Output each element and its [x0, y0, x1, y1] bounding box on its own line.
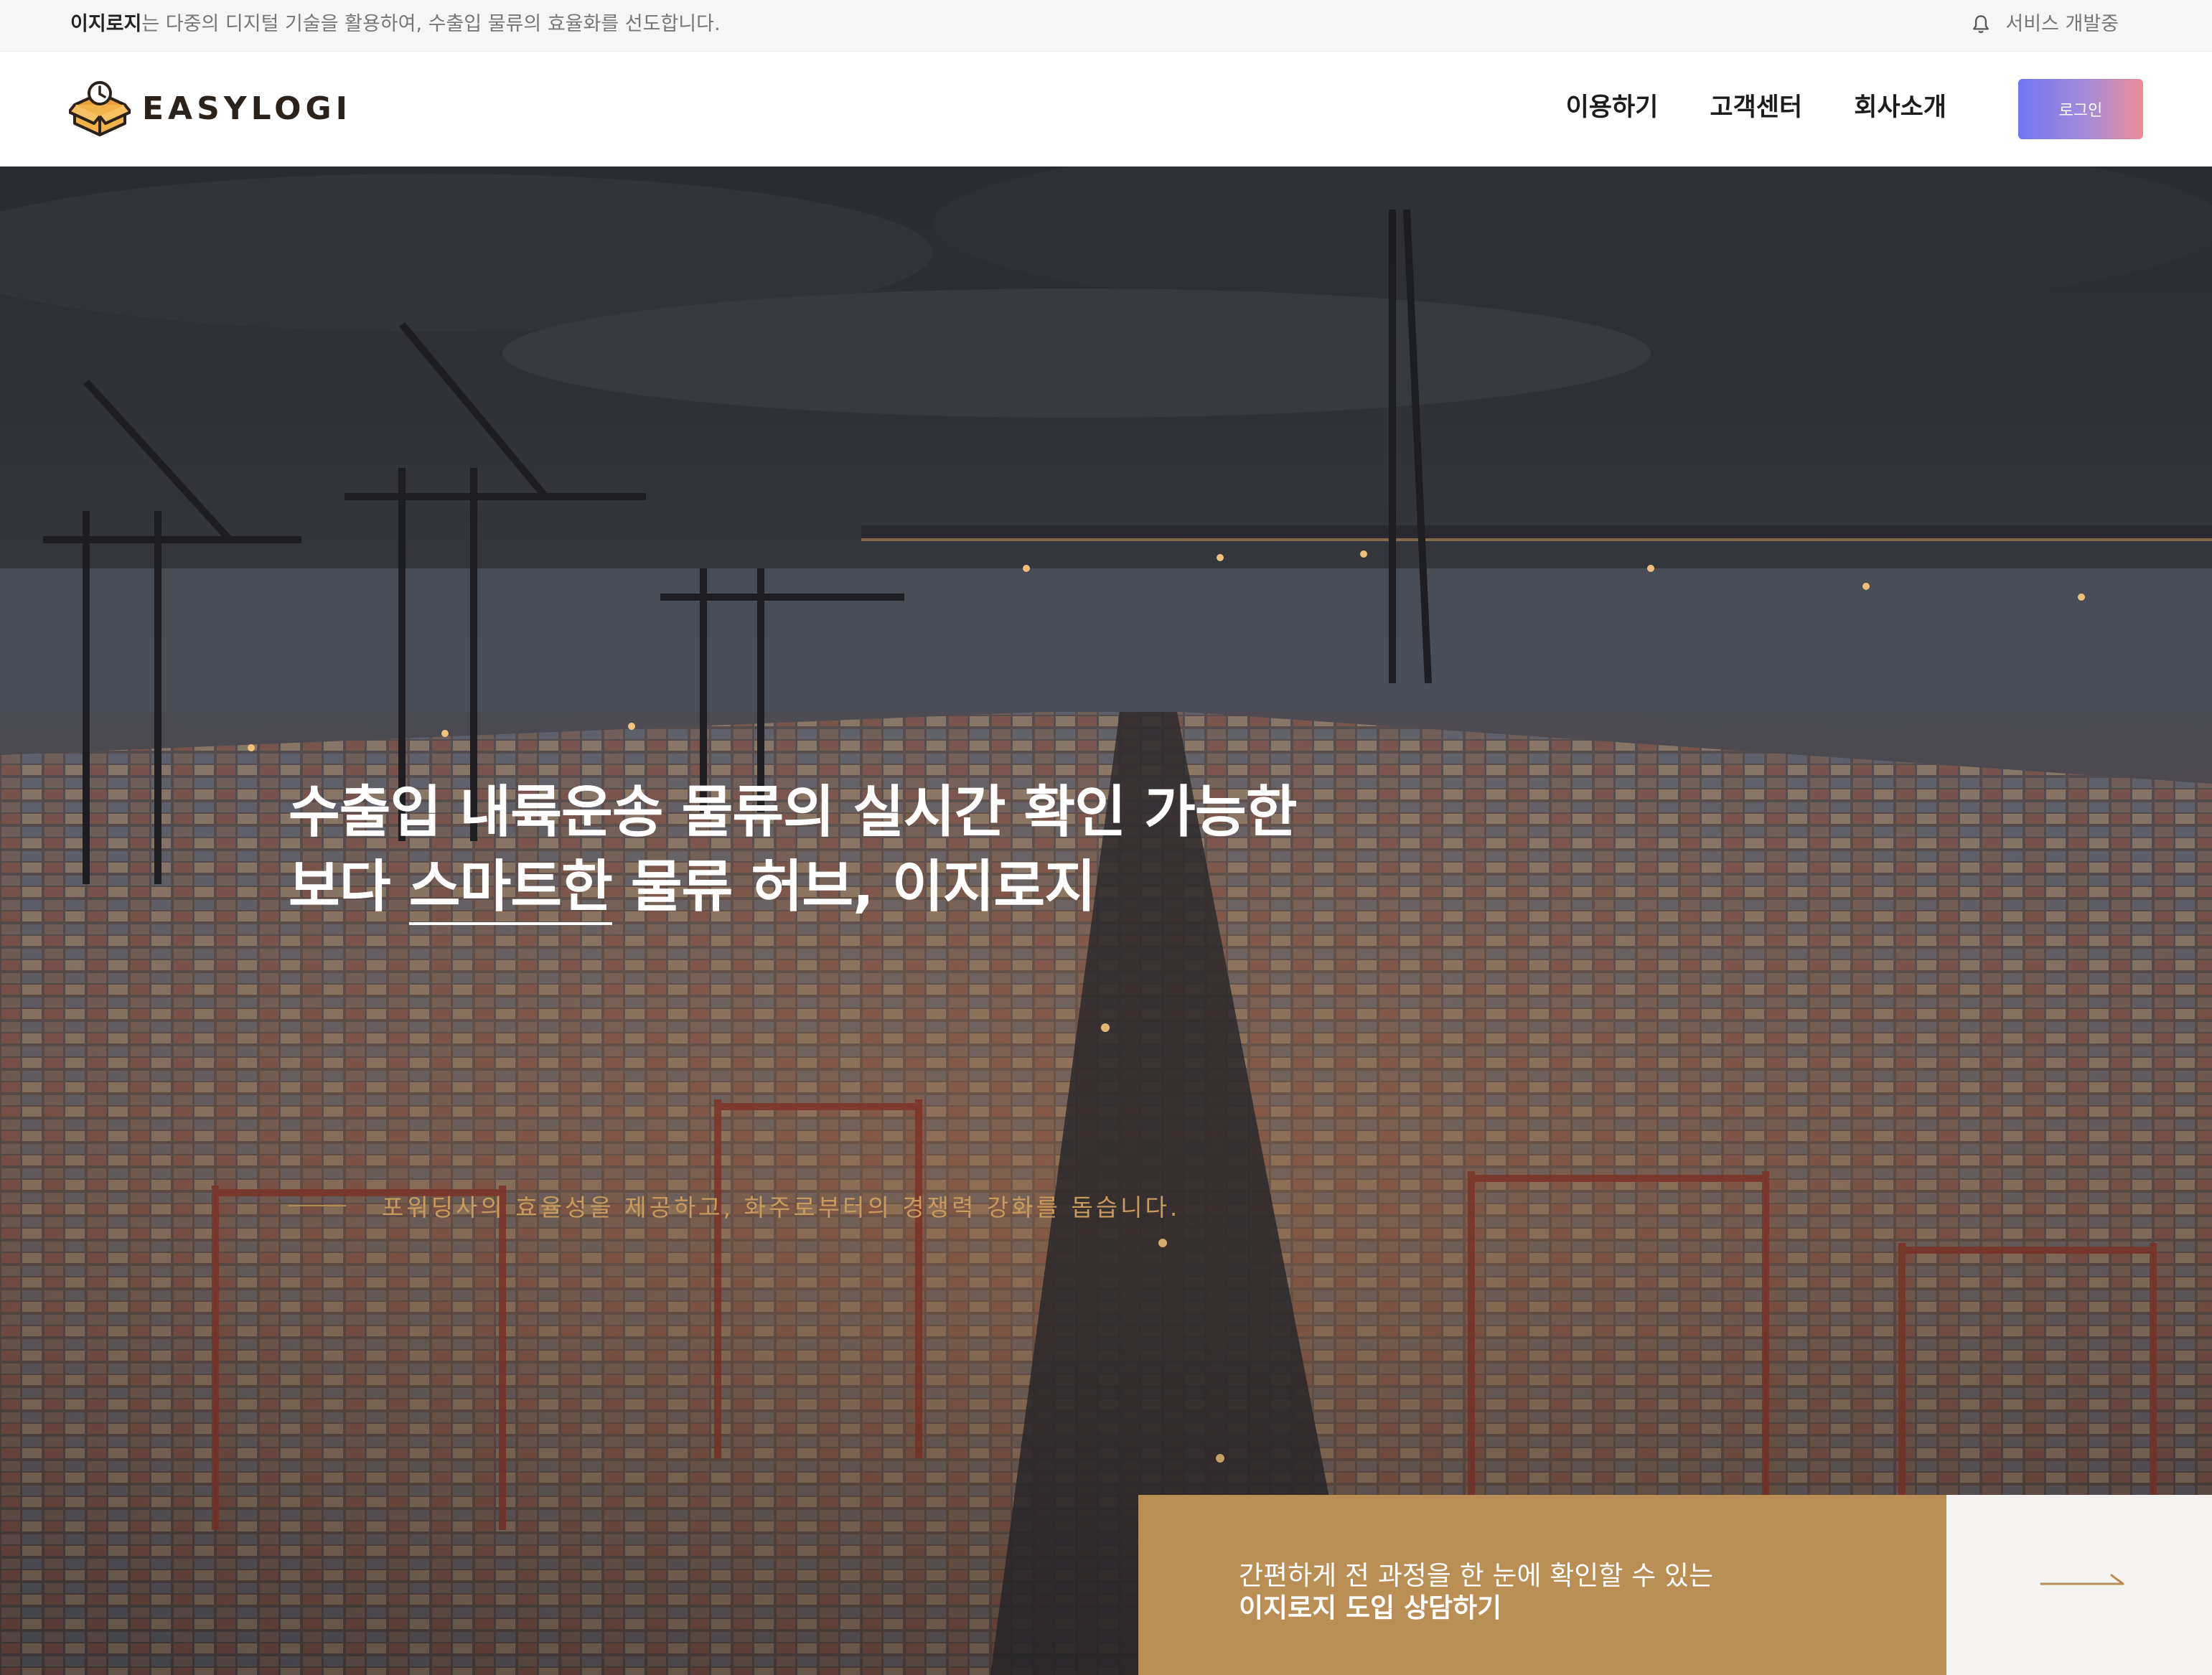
consultation-cta[interactable]: 간편하게 전 과정을 한 눈에 확인할 수 있는 이지로지 도입 상담하기	[1138, 1495, 2212, 1675]
hero-headline-brand: 이지로지	[891, 855, 1096, 919]
hero-headline-prefix: 보다	[289, 855, 409, 919]
bell-icon	[1973, 15, 1990, 34]
cta-line2: 이지로지 도입 상담하기	[1239, 1592, 1502, 1623]
cta-arrow-button[interactable]	[1946, 1495, 2212, 1675]
announcement-text: 는 다중의 디지털 기술을 활용하여, 수출입 물류의 효율화를 선도합니다.	[141, 13, 721, 35]
hero-section: 수출입 내륙운송 물류의 실시간 확인 가능한 보다 스마트한 물류 허브, 이…	[0, 166, 2212, 1675]
nav-item-about[interactable]: 회사소개	[1854, 90, 1946, 125]
hero-subtitle: 포워딩사의 효율성을 제공하고, 화주로부터의 경쟁력 강화를 돕습니다.	[289, 1188, 1180, 1223]
hero-headline-underlined: 스마트한	[408, 855, 613, 925]
announcement-bar: 이지로지는 다중의 디지털 기술을 활용하여, 수출입 물류의 효율화를 선도합…	[0, 0, 2212, 52]
nav-item-use[interactable]: 이용하기	[1566, 90, 1659, 125]
site-logo[interactable]: EASYLOGI	[69, 78, 352, 139]
announcement-brand: 이지로지	[70, 13, 142, 35]
hero-headline: 수출입 내륙운송 물류의 실시간 확인 가능한 보다 스마트한 물류 허브, 이…	[289, 775, 1297, 925]
long-arrow-right-icon	[2040, 1574, 2124, 1585]
site-header: EASYLOGI 이용하기 고객센터 회사소개 로그인	[0, 52, 2212, 166]
service-status: 서비스 개발중	[1971, 11, 2119, 37]
login-button[interactable]: 로그인	[2018, 79, 2143, 139]
hero-headline-line2: 보다 스마트한 물류 허브, 이지로지	[289, 850, 1296, 925]
announcement-message: 이지로지는 다중의 디지털 기술을 활용하여, 수출입 물류의 효율화를 선도합…	[70, 11, 721, 37]
hero-headline-line1: 수출입 내륙운송 물류의 실시간 확인 가능한	[289, 780, 1297, 845]
service-status-label: 서비스 개발중	[2005, 13, 2119, 35]
logo-wordmark: EASYLOGI	[142, 90, 352, 127]
box-clock-icon	[69, 81, 131, 136]
hero-subtitle-text: 포워딩사의 효율성을 제공하고, 화주로부터의 경쟁력 강화를 돕습니다.	[382, 1193, 1181, 1221]
main-nav: 이용하기 고객센터 회사소개	[1566, 90, 1946, 125]
subtitle-divider	[289, 1205, 346, 1206]
hero-headline-middle: 물류 허브,	[611, 855, 892, 919]
nav-item-support[interactable]: 고객센터	[1710, 90, 1802, 125]
cta-text-panel: 간편하게 전 과정을 한 눈에 확인할 수 있는 이지로지 도입 상담하기	[1138, 1495, 1946, 1675]
